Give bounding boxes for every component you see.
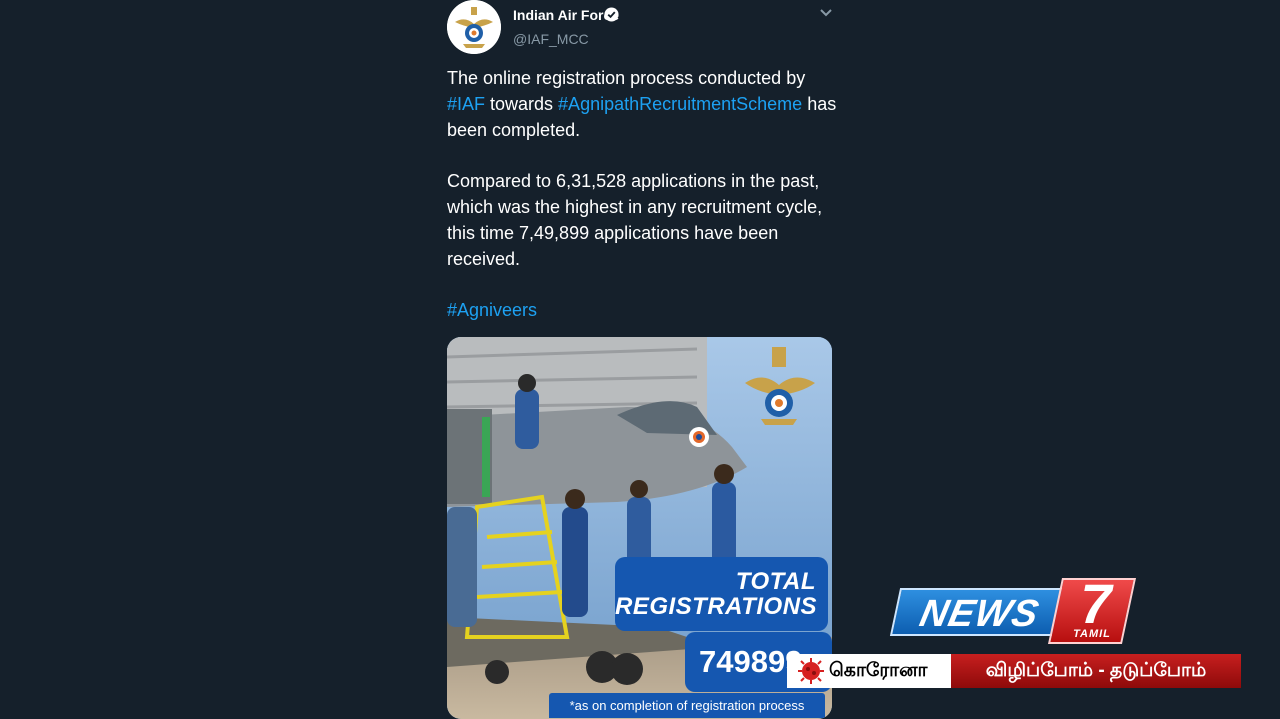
chevron-down-icon[interactable] — [819, 8, 833, 18]
heading-line-1: TOTAL — [735, 568, 816, 595]
ticker-left-panel: கொரோனா — [787, 654, 951, 688]
news-ticker: கொரோனா விழிப்போம் - தடுப்போம் — [787, 654, 1241, 688]
tweet-text-intro: The online registration process conducte… — [447, 65, 847, 143]
tweet-text-part: towards — [485, 94, 559, 114]
author-handle[interactable]: @IAF_MCC — [513, 31, 589, 47]
channel-logo: NEWS 7 TAMIL — [889, 574, 1137, 650]
logo-word: NEWS — [889, 588, 1071, 636]
iaf-crest-icon — [447, 0, 501, 54]
tweet-card: Indian Air Force @IAF_MCC The online reg… — [433, 0, 853, 719]
total-registrations-heading: TOTAL REGISTRATIONS — [615, 557, 828, 631]
tweet-hashtags: #Agniveers — [447, 297, 847, 323]
ticker-label-right: விழிப்போம் - தடுப்போம் — [951, 654, 1241, 688]
logo-number: 7 — [1080, 572, 1112, 635]
hashtag-link-agniveers[interactable]: #Agniveers — [447, 300, 537, 320]
coronavirus-icon — [798, 658, 824, 684]
ticker-label-left: கொரோனா — [829, 660, 928, 681]
heading-line-2: REGISTRATIONS — [615, 593, 818, 620]
hashtag-link-agnipath[interactable]: #AgnipathRecruitmentScheme — [558, 94, 802, 114]
logo-subtitle: TAMIL — [1073, 628, 1111, 640]
tweet-text-stats: Compared to 6,31,528 applications in the… — [447, 171, 823, 269]
video-frame: Indian Air Force @IAF_MCC The online reg… — [0, 0, 1280, 719]
hashtag-link-iaf[interactable]: #IAF — [447, 94, 485, 114]
tweet-media-image[interactable]: TOTAL REGISTRATIONS 749899 *as on comple… — [447, 337, 832, 719]
verified-badge-icon — [604, 7, 619, 22]
tweet-text-part: The online registration process conducte… — [447, 68, 806, 88]
media-footnote: *as on completion of registration proces… — [549, 693, 825, 718]
avatar[interactable] — [447, 0, 501, 54]
